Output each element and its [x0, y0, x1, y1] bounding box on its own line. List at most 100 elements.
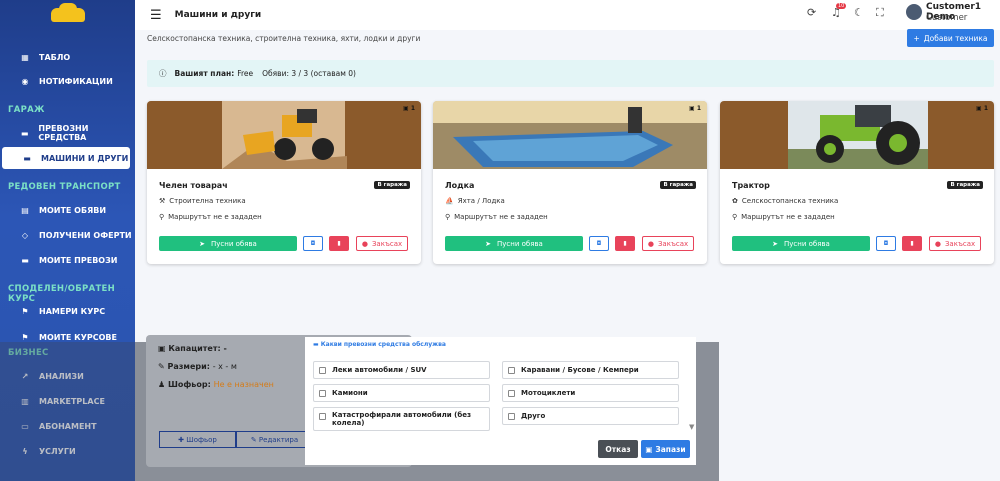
sidebar-item-find-course[interactable]: ⚑ НАМЕРИ КУРС [0, 300, 135, 322]
driver-button[interactable]: ✚ Шофьор [159, 431, 236, 448]
menu-icon[interactable]: ☰ [150, 8, 162, 23]
photo-button[interactable]: ◘ [876, 236, 896, 251]
card-route: ⚲ Маршрутът не е зададен [732, 213, 835, 221]
card-title: Лодка [445, 181, 475, 190]
notification-badge: 10 [836, 3, 847, 9]
sidebar-item-my-ads[interactable]: ▤ МОИТЕ ОБЯВИ [0, 199, 135, 221]
send-icon: ➤ [485, 239, 492, 248]
publish-ad-button[interactable]: ➤ Пусни обява [159, 236, 297, 251]
scroll-down-icon[interactable]: ▼ [689, 423, 694, 431]
add-machine-label: Добави техника [923, 33, 988, 43]
sidebar-item-dashboard[interactable]: ▦ ТАБЛО [0, 46, 135, 68]
background-buttons: ✚ Шофьор ✎ Редактира [159, 431, 319, 448]
checkbox[interactable] [508, 412, 515, 420]
warning-icon: ● [934, 239, 941, 248]
section-regular-transport: РЕДОВЕН ТРАНСПОРТ [8, 182, 121, 192]
topbar: ☰ Машини и други ⟳ ♫ 10 ☾ ⛶ [135, 0, 1000, 30]
option-cars[interactable]: Леки автомобили / SUV [313, 361, 490, 379]
sidebar-item-notifications[interactable]: ◉ НОТИФИКАЦИИ [0, 70, 135, 92]
category-icon: ⚒ [159, 197, 166, 205]
sidebar-item-vehicles[interactable]: ▬ ПРЕВОЗНИ СРЕДСТВА [0, 122, 135, 144]
camera-icon: ◘ [883, 240, 889, 247]
route-icon: ⚲ [159, 213, 165, 221]
modal-header: ▬ Какви превозни средства обслужва [313, 341, 446, 348]
checkbox[interactable] [319, 366, 326, 374]
support-icon[interactable]: ⟳ [807, 6, 816, 19]
sidebar-item-label: ТАБЛО [39, 52, 71, 62]
section-garage: ГАРАЖ [8, 105, 45, 115]
edit-button[interactable]: ✎ Редактира [236, 431, 313, 448]
photo-count: ▣ 1 [403, 105, 415, 112]
photo-button[interactable]: ◘ [589, 236, 609, 251]
bell-icon: ◉ [21, 76, 29, 86]
stuck-button[interactable]: ● Закъсах [929, 236, 981, 251]
sidebar-item-label: НАМЕРИ КУРС [39, 306, 106, 316]
route-icon: ⚑ [21, 306, 29, 316]
save-icon: ▣ [645, 444, 653, 454]
send-icon: ➤ [199, 239, 206, 248]
loader-photo[interactable]: ▣ 1 [147, 101, 421, 169]
info-icon: ⓘ [159, 69, 167, 78]
photo-button[interactable]: ◘ [303, 236, 323, 251]
sidebar-item-label: НОТИФИКАЦИИ [39, 76, 113, 86]
cancel-button[interactable]: Отказ [598, 440, 638, 458]
tractor-photo[interactable]: ▣ 1 [720, 101, 994, 169]
option-damaged[interactable]: Катастрофирали автомобили (без колела) [313, 407, 490, 431]
logo-car-icon [50, 3, 85, 22]
theme-toggle-icon[interactable]: ☾ [854, 6, 864, 19]
sidebar-item-label: ПРЕВОЗНИ СРЕДСТВА [38, 124, 89, 142]
delete-button[interactable]: ▮ [329, 236, 349, 251]
breadcrumb: Селскостопанска техника, строителна техн… [147, 34, 421, 43]
status-badge: В гаража [660, 181, 696, 189]
card-category: ⚒ Строителна техника [159, 197, 246, 205]
checkbox[interactable] [508, 389, 515, 397]
sidebar-item-machines[interactable]: ▬ МАШИНИ И ДРУГИ [2, 147, 130, 169]
modal-backdrop [0, 342, 135, 481]
fullscreen-icon[interactable]: ⛶ [876, 6, 884, 20]
boat-photo[interactable]: ▣ 1 [433, 101, 707, 169]
sidebar-item-my-transports[interactable]: ▬ МОИТЕ ПРЕВОЗИ [0, 249, 135, 271]
plan-ads: Обяви: 3 / 3 (оставам 0) [262, 69, 356, 78]
checkbox[interactable] [319, 389, 326, 397]
bell-icon[interactable]: ♫ 10 [831, 3, 847, 19]
photo-count: ▣ 1 [689, 105, 701, 112]
sidebar-item-label: МАШИНИ И ДРУГИ [41, 153, 129, 163]
plan-info: ⓘ Вашият план: Free Обяви: 3 / 3 (остава… [147, 60, 994, 87]
machine-card[interactable]: ▣ 1 Лодка В гаража ⛵ Яхта / Лодка ⚲ Маршру… [433, 101, 707, 264]
card-category: ✿ Селскостопанска техника [732, 197, 839, 205]
card-title: Трактор [732, 181, 770, 190]
option-other[interactable]: Друго [502, 407, 679, 425]
warning-icon: ● [647, 239, 654, 248]
checkbox[interactable] [508, 366, 515, 374]
driver-line: ♟ Шофьор: Не е назначен [158, 380, 274, 389]
publish-ad-button[interactable]: ➤ Пусни обява [445, 236, 583, 251]
page-title: Машини и други [174, 10, 262, 20]
machine-card[interactable]: ▣ 1 Трактор В гаража ✿ Селскостопанска те… [720, 101, 994, 264]
publish-ad-button[interactable]: ➤ Пусни обява [732, 236, 870, 251]
delete-button[interactable]: ▮ [615, 236, 635, 251]
sidebar-item-label: ПОЛУЧЕНИ ОФЕРТИ [39, 230, 132, 240]
avatar[interactable] [906, 4, 922, 20]
machine-card[interactable]: ▣ 1 Челен товарач В гаража ⚒ Строителна т… [147, 101, 421, 264]
sidebar-item-label: МОИТЕ ПРЕВОЗИ [39, 255, 118, 265]
checkbox[interactable] [319, 413, 326, 420]
option-trucks[interactable]: Камиони [313, 384, 490, 402]
delete-button[interactable]: ▮ [902, 236, 922, 251]
capacity-line: ▣ Капацитет: - [158, 344, 227, 353]
car-icon: ▬ [313, 341, 319, 348]
stuck-button[interactable]: ● Закъсах [356, 236, 408, 251]
sprout-icon: ✿ [732, 197, 738, 205]
card-route: ⚲ Маршрутът не е зададен [445, 213, 548, 221]
app-logo[interactable] [0, 0, 135, 30]
driver-icon: ♟ [158, 380, 166, 389]
option-motorcycles[interactable]: Мотоциклети [502, 384, 679, 402]
route-icon: ⚲ [732, 213, 738, 221]
save-button[interactable]: ▣ Запази [641, 440, 690, 458]
camera-icon: ◘ [310, 240, 316, 247]
option-caravans[interactable]: Каравани / Бусове / Кемпери [502, 361, 679, 379]
stuck-button[interactable]: ● Закъсах [642, 236, 694, 251]
sidebar-item-label: МОИТЕ КУРСОВЕ [39, 332, 117, 342]
add-machine-button[interactable]: + Добави техника [907, 29, 994, 47]
route-icon: ⚲ [445, 213, 451, 221]
sidebar-item-offers[interactable]: ◇ ПОЛУЧЕНИ ОФЕРТИ [0, 224, 135, 246]
